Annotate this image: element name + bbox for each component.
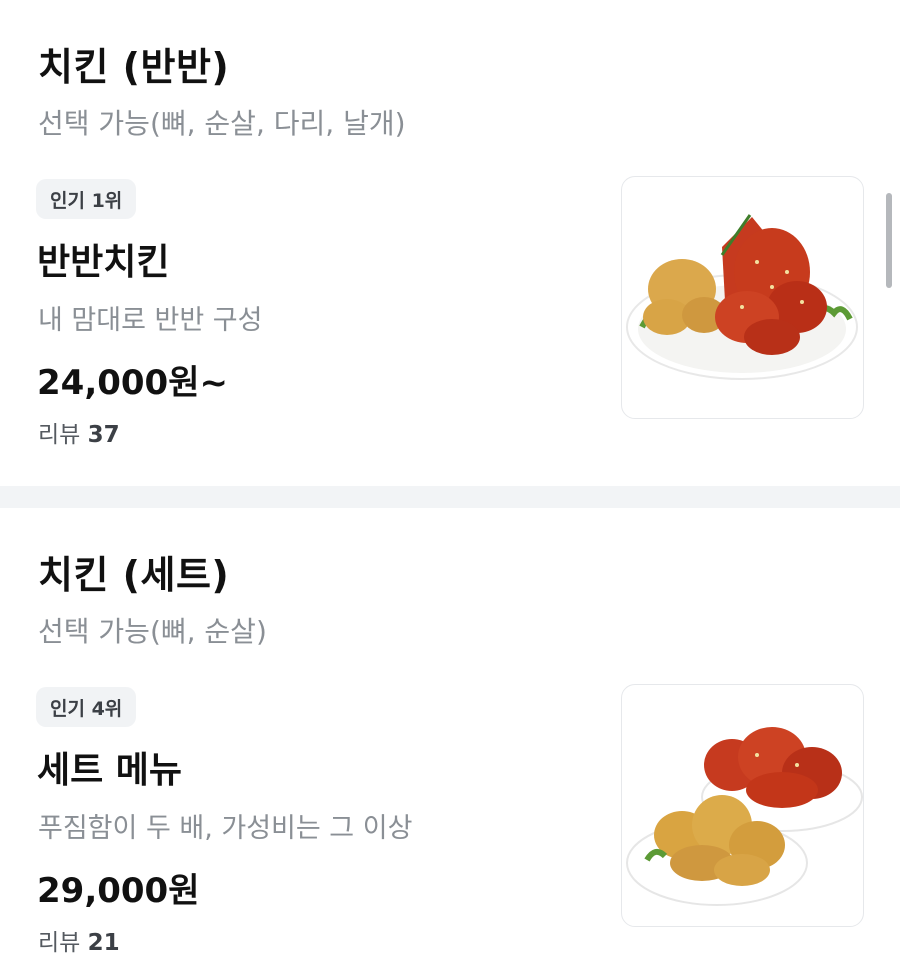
menu-item-name: 세트 메뉴	[37, 750, 183, 791]
menu-item-description: 내 맘대로 반반 구성	[38, 305, 263, 336]
review-number: 21	[87, 930, 120, 956]
review-label: 리뷰	[38, 930, 88, 956]
set-chicken-image	[626, 727, 863, 906]
menu-item-description: 푸짐함이 두 배, 가성비는 그 이상	[38, 813, 413, 844]
menu-item-image[interactable]	[621, 684, 864, 927]
scrollbar-thumb[interactable]	[886, 193, 892, 288]
menu-item-price: 29,000원	[37, 871, 200, 911]
section-title: 치킨 (세트)	[38, 553, 230, 597]
section-title: 치킨 (반반)	[38, 45, 230, 89]
half-half-chicken-image	[626, 214, 858, 380]
popularity-badge: 인기 4위	[36, 687, 137, 727]
section-subtitle: 선택 가능(뼈, 순살)	[38, 615, 267, 648]
review-number: 37	[87, 422, 120, 448]
review-count: 리뷰 37	[38, 415, 120, 449]
menu-section-set: 치킨 (세트) 선택 가능(뼈, 순살) 인기 4위 세트 메뉴 푸짐함이 두 …	[0, 508, 900, 972]
menu-item-image[interactable]	[621, 176, 864, 419]
menu-item-name: 반반치킨	[37, 242, 170, 283]
review-count: 리뷰 21	[38, 923, 120, 957]
review-label: 리뷰	[38, 422, 88, 448]
menu-item-price: 24,000원~	[37, 363, 228, 403]
section-divider	[0, 486, 900, 508]
section-subtitle: 선택 가능(뼈, 순살, 다리, 날개)	[38, 107, 406, 140]
popularity-badge: 인기 1위	[36, 179, 137, 219]
menu-section-half-half: 치킨 (반반) 선택 가능(뼈, 순살, 다리, 날개) 인기 1위 반반치킨 …	[0, 0, 900, 486]
